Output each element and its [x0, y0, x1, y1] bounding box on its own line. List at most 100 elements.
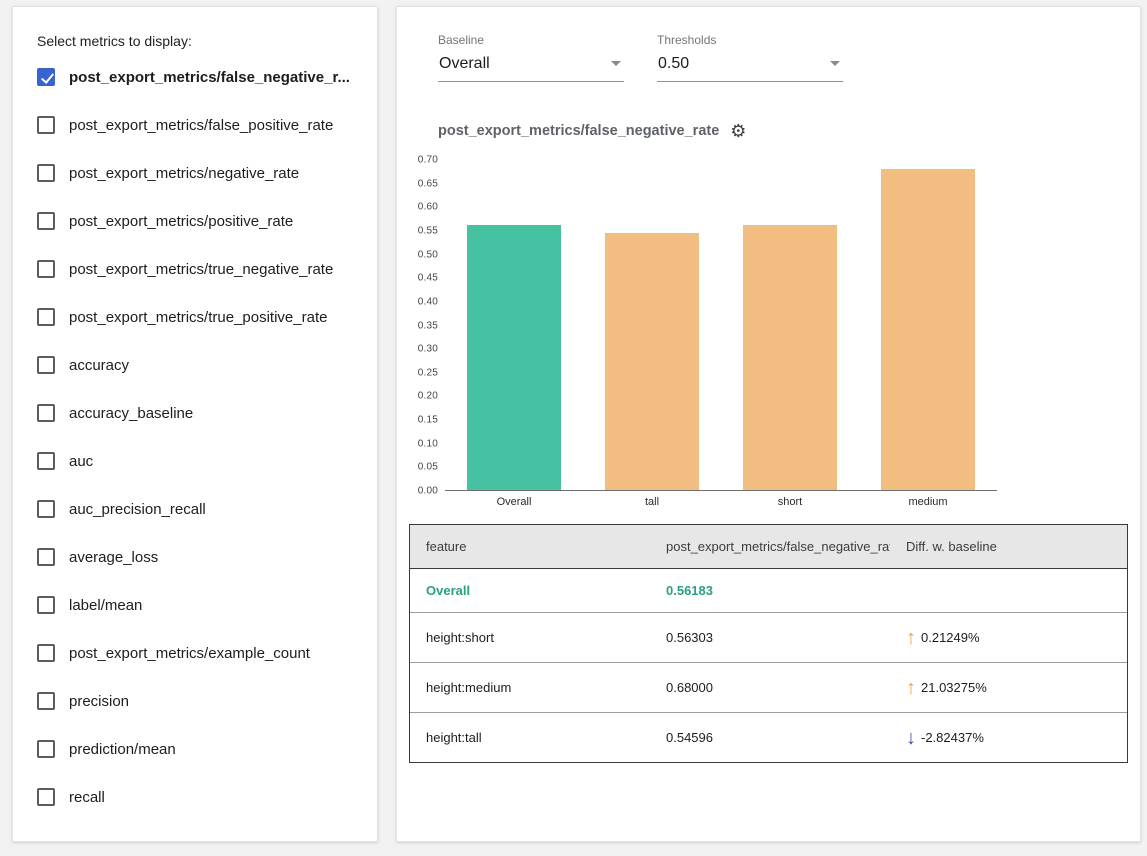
y-tick-label: 0.65 [418, 178, 438, 189]
table-row: Overall0.56183 [410, 569, 1127, 612]
metrics-list: post_export_metrics/false_negative_r...p… [35, 53, 355, 821]
metric-checkbox-item[interactable]: post_export_metrics/example_count [35, 629, 355, 677]
y-tick-label: 0.10 [418, 438, 438, 449]
metric-label: label/mean [69, 597, 142, 614]
y-tick-label: 0.25 [418, 367, 438, 378]
baseline-label: Baseline [438, 33, 624, 47]
dropdown-arrow-icon [830, 61, 840, 66]
bar-slot [583, 160, 721, 490]
bar-medium[interactable] [881, 169, 975, 490]
baseline-control: Baseline Overall [438, 33, 624, 82]
checkbox-unchecked-icon[interactable] [37, 548, 55, 566]
diff-cell: ↓-2.82437% [890, 713, 1127, 762]
x-axis: Overalltallshortmedium [445, 496, 1140, 508]
y-tick-label: 0.50 [418, 249, 438, 260]
checkbox-unchecked-icon[interactable] [37, 260, 55, 278]
baseline-selected-value: Overall [439, 55, 490, 72]
dropdown-arrow-icon [611, 61, 621, 66]
metric-checkbox-item[interactable]: auc [35, 437, 355, 485]
x-tick-label: medium [859, 496, 997, 508]
bar-short[interactable] [743, 225, 837, 490]
metric-label: precision [69, 693, 129, 710]
checkbox-unchecked-icon[interactable] [37, 404, 55, 422]
fairness-results-panel: Baseline Overall Thresholds 0.50 post_ex… [396, 6, 1141, 842]
metric-checkbox-item[interactable]: accuracy_baseline [35, 389, 355, 437]
checkbox-unchecked-icon[interactable] [37, 116, 55, 134]
metric-value-cell: 0.54596 [650, 713, 890, 762]
checkbox-unchecked-icon[interactable] [37, 356, 55, 374]
metric-label: auc [69, 453, 93, 470]
metric-label: accuracy_baseline [69, 405, 193, 422]
y-tick-label: 0.30 [418, 344, 438, 355]
thresholds-label: Thresholds [657, 33, 843, 47]
diff-value: 0.21249% [921, 630, 980, 645]
checkbox-unchecked-icon[interactable] [37, 692, 55, 710]
metric-label: recall [69, 789, 105, 806]
checkbox-checked-icon[interactable] [37, 68, 55, 86]
metric-checkbox-item[interactable]: auc_precision_recall [35, 485, 355, 533]
metric-checkbox-item[interactable]: post_export_metrics/true_negative_rate [35, 245, 355, 293]
table-row: height:medium0.68000↑21.03275% [410, 662, 1127, 712]
checkbox-unchecked-icon[interactable] [37, 212, 55, 230]
bar-slot [721, 160, 859, 490]
plot-area [445, 160, 997, 491]
metric-checkbox-item[interactable]: post_export_metrics/positive_rate [35, 197, 355, 245]
metric-label: post_export_metrics/true_negative_rate [69, 261, 333, 278]
checkbox-unchecked-icon[interactable] [37, 308, 55, 326]
bar-slot [445, 160, 583, 490]
checkbox-unchecked-icon[interactable] [37, 596, 55, 614]
y-tick-label: 0.15 [418, 415, 438, 426]
y-tick-label: 0.40 [418, 296, 438, 307]
bar-overall[interactable] [467, 225, 561, 490]
checkbox-unchecked-icon[interactable] [37, 452, 55, 470]
y-tick-label: 0.45 [418, 273, 438, 284]
metric-checkbox-item[interactable]: post_export_metrics/negative_rate [35, 149, 355, 197]
metric-value-cell: 0.68000 [650, 663, 890, 712]
table-header-feature: feature [410, 525, 650, 568]
metric-label: post_export_metrics/positive_rate [69, 213, 293, 230]
y-tick-label: 0.55 [418, 225, 438, 236]
metric-checkbox-item[interactable]: post_export_metrics/false_negative_r... [35, 53, 355, 101]
arrow-up-icon: ↑ [906, 628, 916, 648]
checkbox-unchecked-icon[interactable] [37, 788, 55, 806]
metrics-table: feature post_export_metrics/false_negati… [409, 524, 1128, 763]
thresholds-control: Thresholds 0.50 [657, 33, 843, 82]
metric-checkbox-item[interactable]: prediction/mean [35, 725, 355, 773]
metric-label: post_export_metrics/false_positive_rate [69, 117, 333, 134]
bar-tall[interactable] [605, 233, 699, 490]
checkbox-unchecked-icon[interactable] [37, 644, 55, 662]
feature-cell: height:short [410, 613, 650, 662]
metric-checkbox-item[interactable]: post_export_metrics/false_positive_rate [35, 101, 355, 149]
thresholds-select[interactable]: 0.50 [657, 52, 843, 82]
checkbox-unchecked-icon[interactable] [37, 164, 55, 182]
metric-value-cell: 0.56183 [650, 569, 890, 612]
thresholds-selected-value: 0.50 [658, 55, 689, 72]
checkbox-unchecked-icon[interactable] [37, 500, 55, 518]
metric-checkbox-item[interactable]: average_loss [35, 533, 355, 581]
diff-value: -2.82437% [921, 730, 984, 745]
feature-cell: height:tall [410, 713, 650, 762]
x-tick-label: tall [583, 496, 721, 508]
diff-value: 21.03275% [921, 680, 987, 695]
metric-selector-title: Select metrics to display: [35, 33, 355, 49]
checkbox-unchecked-icon[interactable] [37, 740, 55, 758]
table-header-row: feature post_export_metrics/false_negati… [410, 525, 1127, 569]
metric-checkbox-item[interactable]: recall [35, 773, 355, 821]
metric-checkbox-item[interactable]: post_export_metrics/true_positive_rate [35, 293, 355, 341]
y-tick-label: 0.05 [418, 462, 438, 473]
y-tick-label: 0.70 [418, 155, 438, 166]
y-tick-label: 0.20 [418, 391, 438, 402]
chart-header: post_export_metrics/false_negative_rate … [438, 122, 1140, 140]
chart-title: post_export_metrics/false_negative_rate [438, 123, 719, 139]
metrics-table-body: Overall0.56183height:short0.56303↑0.2124… [410, 569, 1127, 762]
diff-cell: ↑21.03275% [890, 663, 1127, 712]
metric-checkbox-item[interactable]: precision [35, 677, 355, 725]
metric-label: accuracy [69, 357, 129, 374]
metric-checkbox-item[interactable]: accuracy [35, 341, 355, 389]
baseline-select[interactable]: Overall [438, 52, 624, 82]
metric-label: post_export_metrics/example_count [69, 645, 310, 662]
x-tick-label: Overall [445, 496, 583, 508]
x-tick-label: short [721, 496, 859, 508]
metric-checkbox-item[interactable]: label/mean [35, 581, 355, 629]
settings-gear-icon[interactable]: ⚙ [730, 122, 746, 140]
